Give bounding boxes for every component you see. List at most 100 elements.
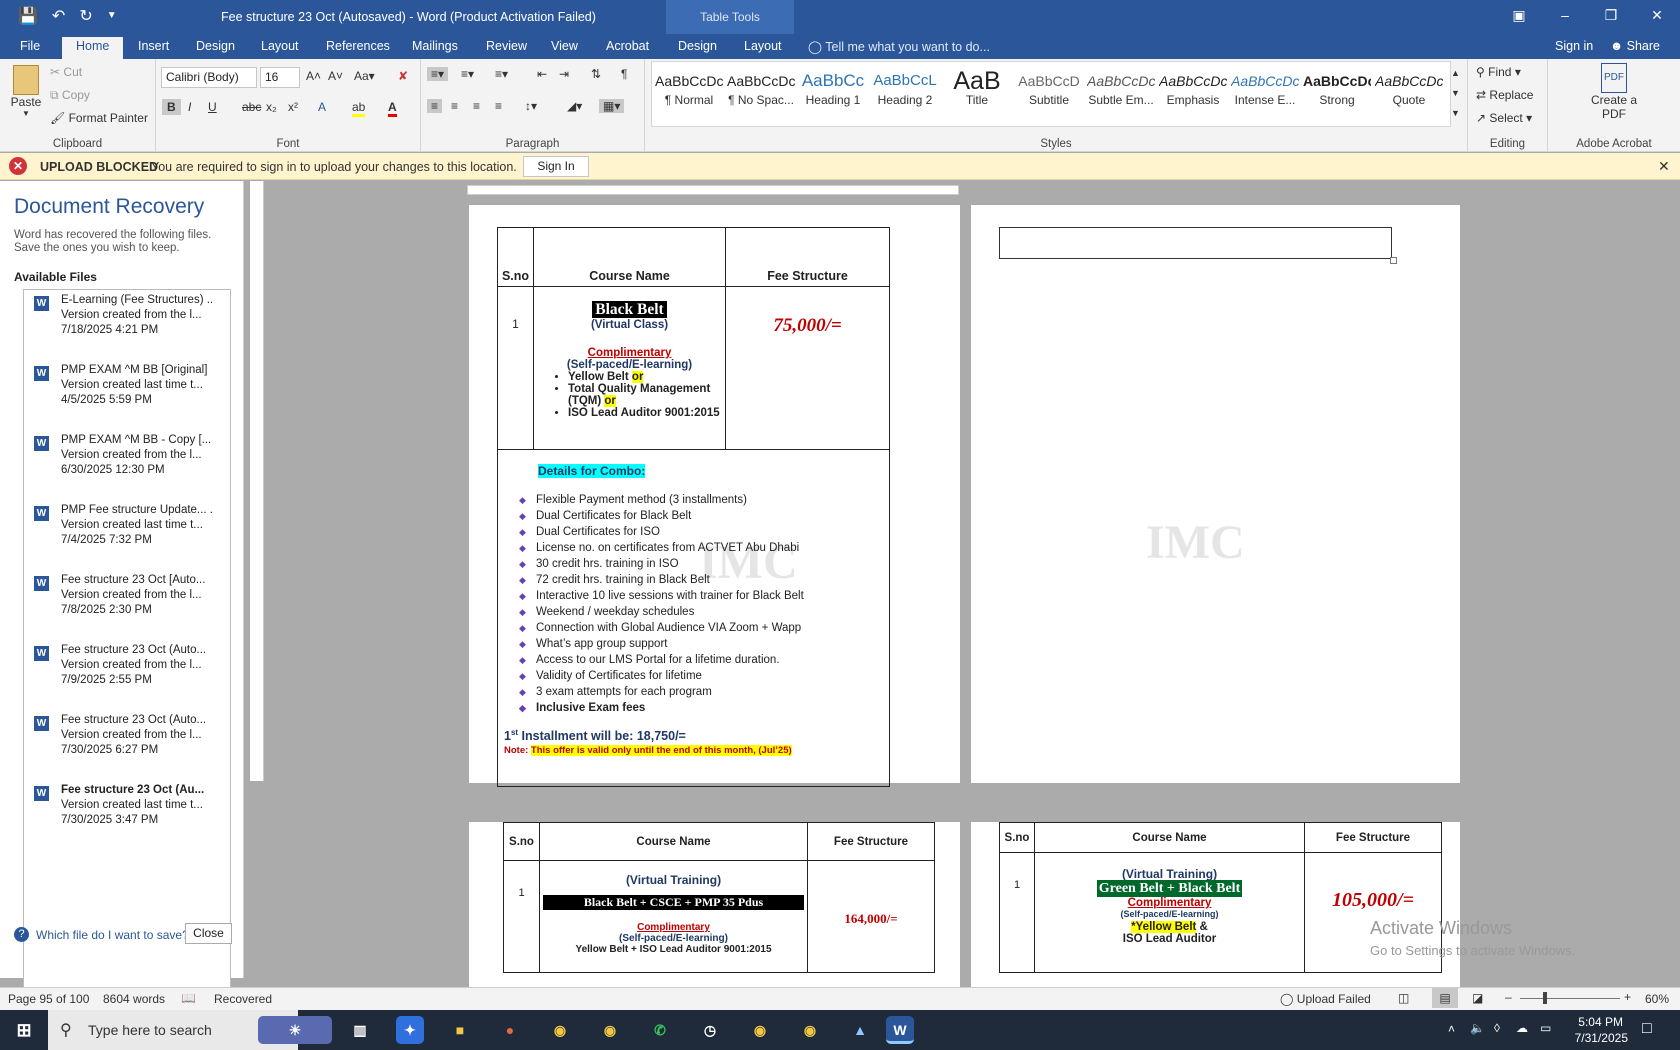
align-center-icon[interactable]: ≡ <box>451 99 458 113</box>
recovered-file-item[interactable]: W PMP EXAM ^M BB - Copy [... Version creat… <box>34 434 224 494</box>
whatsapp-icon[interactable]: ✆ <box>646 1016 674 1044</box>
clock-app-icon[interactable]: ◷ <box>696 1016 724 1044</box>
font-family-select[interactable]: Calibri (Body) <box>161 67 257 88</box>
bullets-icon[interactable]: ≡▾ <box>427 67 449 81</box>
recovery-close-button[interactable]: Close <box>185 923 232 944</box>
shrink-font-icon[interactable]: A˅ <box>328 69 343 83</box>
network-icon[interactable]: ◊ <box>1494 1021 1500 1035</box>
recovered-file-item[interactable]: W PMP EXAM ^M BB [Original] Version create… <box>34 364 224 424</box>
style-heading-2[interactable]: AaBbCcL Heading 2 <box>871 69 939 107</box>
justify-icon[interactable]: ≡ <box>495 99 502 113</box>
style-strong[interactable]: AaBbCcDc Strong <box>1303 69 1371 107</box>
align-right-icon[interactable]: ≡ <box>473 99 480 113</box>
redo-icon[interactable]: ↻ <box>79 6 92 26</box>
cut-button[interactable]: ✂ Cut <box>50 65 82 79</box>
show-formatting-icon[interactable]: ¶ <box>621 67 627 81</box>
style-no-spacing[interactable]: AaBbCcDc ¶ No Spac... <box>727 69 795 107</box>
copilot-icon[interactable]: ✦ <box>396 1016 424 1044</box>
sign-in-button[interactable]: Sign In <box>523 156 589 177</box>
text-effects-icon[interactable]: A <box>318 100 326 114</box>
close-icon[interactable]: ✕ <box>1634 0 1680 30</box>
app-icon[interactable]: ● <box>496 1016 524 1044</box>
widgets-icon[interactable]: ☀ <box>258 1016 332 1044</box>
share-button[interactable]: ☻ Share <box>1610 39 1660 53</box>
style-quote[interactable]: AaBbCcDc Quote <box>1375 69 1443 107</box>
tab-view[interactable]: View <box>551 39 578 53</box>
styles-scroll-icon[interactable]: ▲ ▼ ▼ <box>1451 63 1460 123</box>
volume-icon[interactable]: 🔈 <box>1470 1021 1485 1035</box>
page-4[interactable]: S.no Course Name Fee Structure 1 (Virtua… <box>971 822 1460 987</box>
zoom-level[interactable]: 60% <box>1645 992 1669 1006</box>
read-mode-icon[interactable]: ◫ <box>1398 991 1409 1005</box>
highlight-icon[interactable]: ab <box>352 100 366 117</box>
sort-icon[interactable]: ⇅ <box>591 67 601 81</box>
font-color-icon[interactable]: A <box>388 100 397 117</box>
line-spacing-icon[interactable]: ↕▾ <box>525 99 537 113</box>
zoom-out-icon[interactable]: – <box>1505 990 1512 1004</box>
tab-design[interactable]: Design <box>196 39 235 53</box>
ribbon-display-icon[interactable]: ▣ <box>1496 0 1542 30</box>
italic-icon[interactable]: I <box>188 100 191 114</box>
word-taskbar-icon[interactable]: W <box>886 1016 914 1044</box>
zoom-slider-thumb[interactable] <box>1543 992 1547 1004</box>
numbering-icon[interactable]: ≡▾ <box>461 67 474 81</box>
tab-home[interactable]: Home <box>62 37 124 59</box>
tab-file[interactable]: File <box>20 39 40 53</box>
customize-qat-icon[interactable]: ▼ <box>107 6 117 26</box>
underline-icon[interactable]: U <box>208 100 217 114</box>
create-pdf-button[interactable]: PDF Create a PDF <box>1574 63 1654 121</box>
select-button[interactable]: ↗ Select ▾ <box>1476 111 1532 125</box>
recovered-file-item[interactable]: W E-Learning (Fee Structures) .. Version c… <box>34 294 224 354</box>
display-icon[interactable]: ▭ <box>1540 1021 1551 1035</box>
increase-indent-icon[interactable]: ⇥ <box>559 67 569 81</box>
zoom-in-icon[interactable]: + <box>1624 990 1631 1004</box>
tab-table-layout[interactable]: Layout <box>744 39 782 53</box>
page-2[interactable]: IMC <box>971 205 1460 783</box>
clear-formatting-icon[interactable]: ✘ <box>398 69 408 83</box>
style-heading-1[interactable]: AaBbCc Heading 1 <box>799 69 867 107</box>
proofing-icon[interactable]: 📖 <box>181 991 196 1005</box>
page-3[interactable]: S.no Course Name Fee Structure 1 (Virtua… <box>469 822 960 987</box>
zoom-slider[interactable] <box>1520 998 1620 999</box>
sign-in-link[interactable]: Sign in <box>1555 39 1593 53</box>
tab-layout[interactable]: Layout <box>261 39 299 53</box>
align-left-icon[interactable]: ≡ <box>427 99 443 113</box>
restore-icon[interactable]: ❐ <box>1588 0 1634 30</box>
style-emphasis[interactable]: AaBbCcDc Emphasis <box>1159 69 1227 107</box>
style-title[interactable]: AaB Title <box>943 69 1011 107</box>
tray-chevron-icon[interactable]: ˄ <box>1448 1022 1455 1036</box>
multilevel-list-icon[interactable]: ≡▾ <box>495 67 508 81</box>
print-layout-icon[interactable]: ▤ <box>1432 988 1458 1008</box>
dismiss-icon[interactable]: ✕ <box>1658 158 1670 175</box>
resize-handle[interactable] <box>1390 257 1397 264</box>
tab-references[interactable]: References <box>326 39 390 53</box>
strikethrough-icon[interactable]: abc <box>242 100 261 114</box>
tab-table-design[interactable]: Design <box>678 39 717 53</box>
recovered-file-item[interactable]: W Fee structure 23 Oct (Au... Version crea… <box>34 784 224 844</box>
chrome-icon[interactable]: ◉ <box>796 1016 824 1044</box>
recovered-file-item[interactable]: W Fee structure 23 Oct (Auto... Version cr… <box>34 714 224 774</box>
app-icon[interactable]: ▲ <box>846 1016 874 1044</box>
style-subtitle[interactable]: AaBbCcD Subtitle <box>1015 69 1083 107</box>
which-file-link[interactable]: Which file do I want to save? <box>36 928 189 942</box>
decrease-indent-icon[interactable]: ⇤ <box>537 67 547 81</box>
notifications-icon[interactable]: □ <box>1642 1020 1652 1038</box>
page-1[interactable]: IMC S.no Course Name Fee Structure 1 Bla… <box>469 205 960 788</box>
change-case-icon[interactable]: Aa▾ <box>354 69 375 83</box>
copy-button[interactable]: ⧉ Copy <box>50 88 90 103</box>
page-count[interactable]: Page 95 of 100 <box>8 992 89 1006</box>
paste-button[interactable]: Paste ▼ <box>6 65 46 118</box>
tab-mailings[interactable]: Mailings <box>412 39 458 53</box>
tab-acrobat[interactable]: Acrobat <box>606 39 649 53</box>
chrome-icon[interactable]: ◉ <box>746 1016 774 1044</box>
font-size-select[interactable]: 16 <box>260 67 300 88</box>
find-button[interactable]: ⚲ Find ▾ <box>1476 65 1521 79</box>
shading-icon[interactable]: ◢▾ <box>567 99 582 113</box>
style-normal[interactable]: AaBbCcDc ¶ Normal <box>655 69 723 107</box>
clock-date[interactable]: 7/31/2025 <box>1566 1031 1628 1045</box>
file-explorer-icon[interactable]: ■ <box>446 1016 474 1044</box>
tab-insert[interactable]: Insert <box>138 39 169 53</box>
replace-button[interactable]: ⇄ Replace <box>1476 88 1533 102</box>
tell-me-box[interactable]: ◯ Tell me what you want to do... <box>808 39 990 54</box>
tab-review[interactable]: Review <box>486 39 527 53</box>
